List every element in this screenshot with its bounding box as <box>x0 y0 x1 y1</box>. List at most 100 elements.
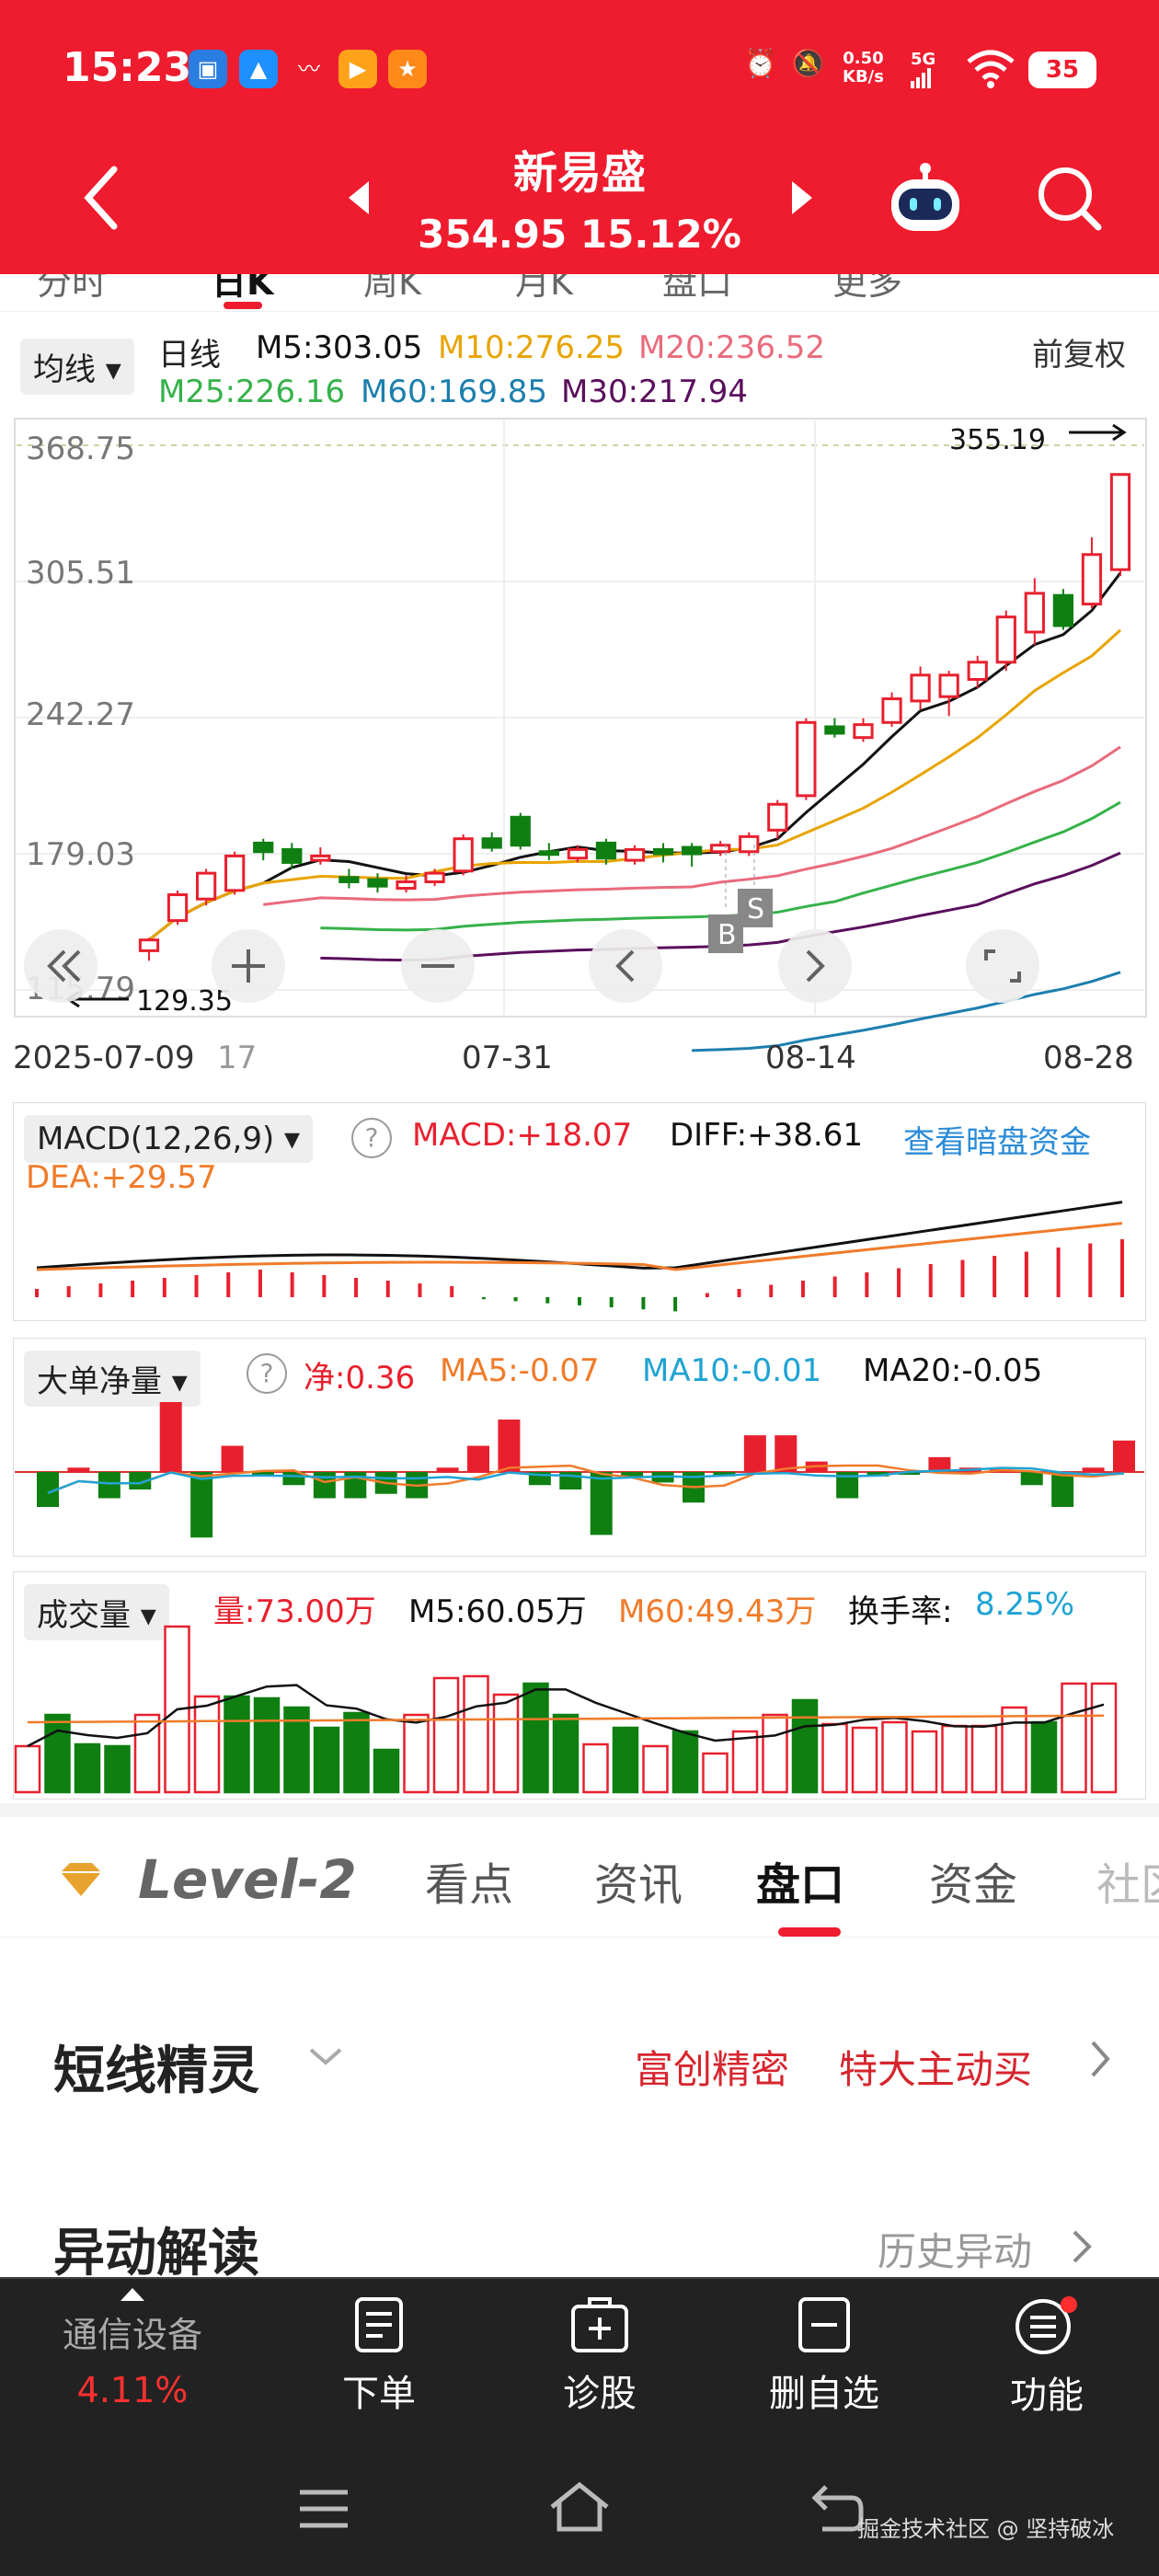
ma10-label: M10:276.25 <box>438 329 625 366</box>
candle-body <box>510 815 531 847</box>
sprite-tag-event[interactable]: 特大主动买 <box>839 2039 1032 2095</box>
sprite-tag-stock[interactable]: 富创精密 <box>635 2039 789 2095</box>
candle-body <box>624 847 646 862</box>
tab-news[interactable]: 资讯 <box>594 1848 683 1913</box>
candle-body <box>166 893 189 923</box>
candle-body <box>281 847 303 864</box>
scroll-right-button[interactable] <box>778 929 852 1003</box>
home-icon[interactable] <box>546 2479 613 2538</box>
chevron-right-icon[interactable] <box>1071 2228 1093 2269</box>
scroll-left-fast-button[interactable] <box>24 929 98 1003</box>
volume-bar <box>403 1713 430 1794</box>
macd-bar <box>705 1293 709 1297</box>
macd-bar <box>354 1278 359 1297</box>
tab-more[interactable]: 更多 <box>832 274 902 305</box>
candle-body <box>224 854 246 892</box>
tab-orderbook-active[interactable]: 盘口 <box>756 1848 844 1913</box>
tab-weekly-k[interactable]: 周K <box>363 274 421 305</box>
candle-body <box>253 841 274 854</box>
ma20-label: M20:236.52 <box>638 329 826 366</box>
help-icon[interactable]: ? <box>247 1353 287 1394</box>
macd-bar <box>162 1278 166 1297</box>
macd-bar <box>98 1283 103 1297</box>
diff-value: DIFF:+38.61 <box>670 1117 863 1154</box>
bigorder-bar <box>1113 1440 1135 1472</box>
macd-bar <box>131 1281 135 1297</box>
candle-body <box>910 673 931 703</box>
menu-icon[interactable] <box>296 2487 351 2535</box>
bigorder-bar <box>221 1445 244 1472</box>
bigorder-bar <box>467 1445 489 1472</box>
y-tick-label: 179.03 <box>26 836 135 873</box>
adjust-button[interactable]: 前复权 <box>1032 329 1126 374</box>
sprite-section-title: 短线精灵 <box>53 2041 259 2101</box>
robot-assistant-icon[interactable] <box>883 156 968 239</box>
sector-indicator[interactable]: 通信设备 4.11% <box>50 2286 215 2410</box>
back-nav-icon[interactable] <box>809 2481 865 2536</box>
macd-bar <box>1120 1239 1124 1297</box>
candle-body <box>453 837 474 873</box>
period-tabs: 分时 日K 周K 月K 盘口 更多 <box>0 274 1159 312</box>
help-icon[interactable]: ? <box>351 1118 392 1158</box>
macd-bar <box>450 1286 454 1297</box>
x-tick-label: 17 <box>217 1040 258 1076</box>
diagnose-button[interactable]: 诊股 <box>517 2295 683 2417</box>
next-stock-button[interactable] <box>784 156 820 239</box>
order-button[interactable]: 下单 <box>296 2295 462 2417</box>
period-label: 日线 <box>158 337 221 374</box>
macd-bar <box>322 1275 327 1297</box>
macd-bar <box>960 1259 965 1297</box>
remove-watchlist-label: 删自选 <box>769 2373 879 2415</box>
macd-selector[interactable]: MACD(12,26,9) ▾ <box>24 1115 314 1163</box>
remove-watchlist-button[interactable]: 删自选 <box>741 2295 907 2417</box>
volume-bar <box>492 1693 520 1794</box>
history-anomaly-link[interactable]: 历史异动 <box>878 2221 1032 2277</box>
dark-pool-link[interactable]: 查看暗盘资金 <box>903 1117 1091 1162</box>
candle-body <box>995 615 1016 664</box>
candle-body <box>595 841 617 860</box>
candle-body <box>396 880 417 891</box>
macd-bar <box>641 1297 646 1310</box>
candle-body <box>1109 473 1131 571</box>
chevron-down-icon[interactable] <box>307 2046 344 2072</box>
candle-body <box>481 837 502 849</box>
stock-name: 新易盛 <box>512 147 646 199</box>
candle-body <box>710 844 731 854</box>
fullscreen-button[interactable] <box>966 929 1039 1003</box>
macd-bar <box>1056 1248 1061 1297</box>
volume-bar <box>193 1695 221 1794</box>
tab-funds[interactable]: 资金 <box>929 1848 1017 1913</box>
sector-name: 通信设备 <box>62 2315 202 2355</box>
tab-intraday[interactable]: 分时 <box>37 274 107 305</box>
functions-label: 功能 <box>1010 2375 1084 2417</box>
candle-body <box>567 847 589 860</box>
volume-bar <box>104 1744 131 1794</box>
search-icon[interactable] <box>1030 156 1107 239</box>
ma30-label: M30:217.94 <box>561 374 749 410</box>
volume-bar <box>612 1726 639 1794</box>
chevron-right-icon[interactable] <box>1089 2039 1111 2083</box>
tab-community[interactable]: 社区 <box>1096 1848 1159 1913</box>
video-app-icon: ▶ <box>339 50 377 88</box>
section-divider <box>0 1803 1159 1818</box>
tab-daily-k[interactable]: 日K <box>212 274 273 305</box>
scroll-left-button[interactable] <box>589 929 662 1003</box>
bigorder-bar <box>190 1472 213 1538</box>
tab-orderbook[interactable]: 盘口 <box>662 274 732 305</box>
ma-selector[interactable]: 均线 ▾ <box>20 339 134 395</box>
kline-chart[interactable]: 368.75 305.51 242.27 179.03 115.79 355.1… <box>0 414 1159 1086</box>
macd-bar <box>481 1297 486 1300</box>
macd-value: MACD:+18.07 <box>412 1117 633 1154</box>
tab-monthly-k[interactable]: 月K <box>515 274 573 305</box>
y-tick-label: 242.27 <box>26 696 135 733</box>
candle-body <box>538 850 559 857</box>
candle-body <box>138 938 160 952</box>
prev-stock-button[interactable] <box>340 156 377 239</box>
macd-bar <box>897 1268 901 1297</box>
back-button[interactable] <box>74 156 129 239</box>
app-notification-icon: ▲ <box>239 50 278 88</box>
ma60-label: M60:169.85 <box>361 374 548 410</box>
tab-highlights[interactable]: 看点 <box>425 1848 513 1913</box>
macd-bar <box>513 1297 518 1302</box>
functions-button[interactable]: 功能 <box>964 2295 1130 2419</box>
